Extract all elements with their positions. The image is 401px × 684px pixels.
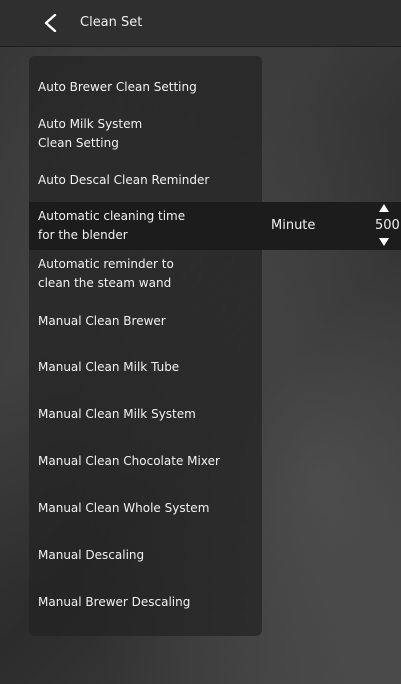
menu-item-label: Automatic reminder to xyxy=(38,257,174,271)
menu-item-auto-brewer-clean-setting[interactable]: Auto Brewer Clean Setting xyxy=(38,78,197,97)
menu-item-label: Auto Descal Clean Reminder xyxy=(38,173,210,187)
menu-item-label: Auto Brewer Clean Setting xyxy=(38,80,197,94)
triangle-down-icon[interactable] xyxy=(379,238,389,246)
menu-item-label-line2: clean the steam wand xyxy=(38,276,172,290)
menu-item-label: Manual Brewer Descaling xyxy=(38,595,191,609)
page-title: Clean Set xyxy=(80,15,143,30)
menu-item-blender-cleaning-time[interactable]: Automatic cleaning time for the blender xyxy=(38,207,185,245)
blender-time-unit: Minute xyxy=(271,218,316,233)
menu-item-manual-clean-whole-system[interactable]: Manual Clean Whole System xyxy=(38,499,209,518)
menu-item-label-line2: for the blender xyxy=(38,228,128,242)
menu-item-manual-clean-chocolate-mixer[interactable]: Manual Clean Chocolate Mixer xyxy=(38,452,220,471)
top-bar: Clean Set xyxy=(0,0,401,46)
menu-item-label: Manual Clean Chocolate Mixer xyxy=(38,454,220,468)
menu-item-label: Manual Descaling xyxy=(38,548,145,562)
menu-item-label-line2: Clean Setting xyxy=(38,136,119,150)
triangle-up-icon[interactable] xyxy=(379,204,389,212)
chevron-left-icon[interactable] xyxy=(42,14,60,32)
menu-item-label: Manual Clean Brewer xyxy=(38,314,166,328)
menu-item-manual-clean-milk-tube[interactable]: Manual Clean Milk Tube xyxy=(38,358,179,377)
blender-time-value[interactable]: 500 xyxy=(375,218,400,233)
menu-item-auto-milk-system-clean-setting[interactable]: Auto Milk System Clean Setting xyxy=(38,115,142,153)
menu-item-label: Manual Clean Milk Tube xyxy=(38,360,180,374)
menu-item-steam-wand-reminder[interactable]: Automatic reminder to clean the steam wa… xyxy=(38,255,174,293)
menu-item-manual-descaling[interactable]: Manual Descaling xyxy=(38,546,144,565)
menu-item-manual-brewer-descaling[interactable]: Manual Brewer Descaling xyxy=(38,593,190,612)
menu-item-label: Automatic cleaning time xyxy=(38,209,186,223)
menu-item-auto-descal-clean-reminder[interactable]: Auto Descal Clean Reminder xyxy=(38,171,209,190)
menu-item-label: Manual Clean Whole System xyxy=(38,501,210,515)
menu-item-manual-clean-brewer[interactable]: Manual Clean Brewer xyxy=(38,312,166,331)
menu-item-manual-clean-milk-system[interactable]: Manual Clean Milk System xyxy=(38,405,196,424)
menu-item-label: Manual Clean Milk System xyxy=(38,407,196,421)
menu-item-label: Auto Milk System xyxy=(38,117,143,131)
